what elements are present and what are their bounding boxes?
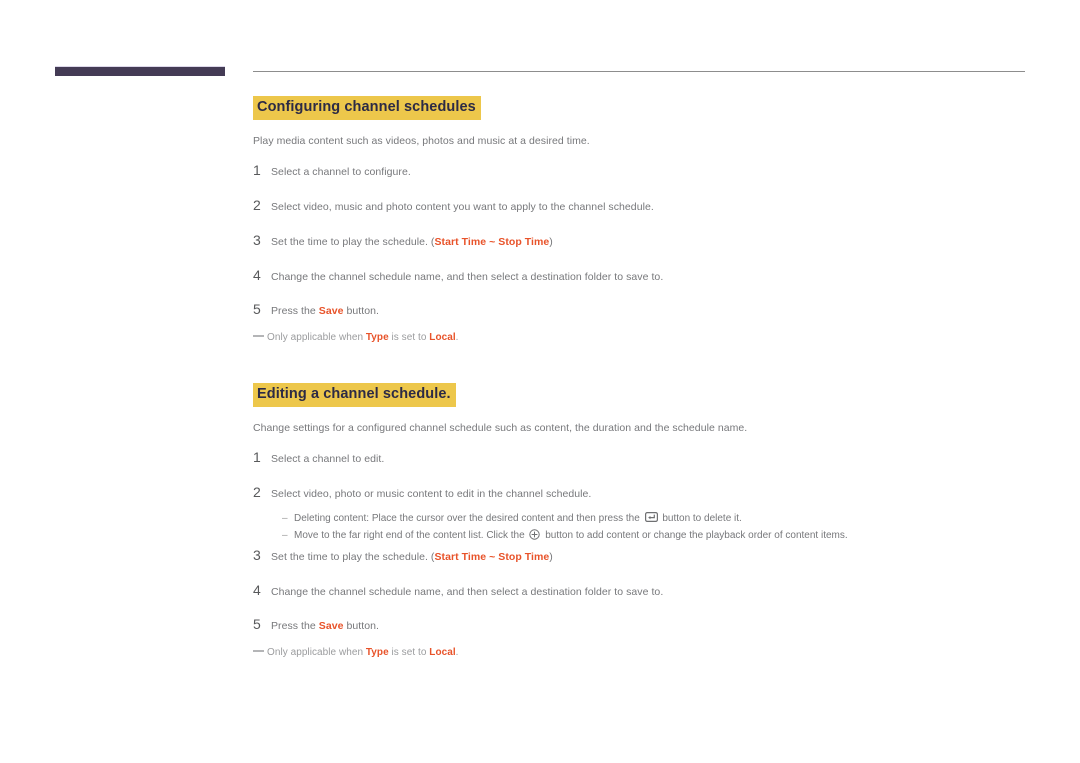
step-text-run: ) — [549, 550, 553, 563]
step-text: Select video, photo or music content to … — [271, 487, 591, 503]
step-text: Press the Save button. — [271, 619, 379, 635]
note-middle: is set to — [388, 647, 430, 659]
heading-wrapper: Editing a channel schedule. — [253, 383, 1043, 407]
step-text-run: ) — [549, 235, 553, 248]
sub-bullet-text: Deleting content: Place the cursor over … — [294, 511, 742, 527]
section-intro-text: Change settings for a configured channel… — [253, 421, 748, 434]
step-text: Press the Save button. — [271, 304, 379, 320]
list-item: 4 Change the channel schedule name, and … — [253, 268, 1043, 286]
step-text-run: Set the time to play the schedule. ( — [271, 235, 435, 248]
section-configuring-channel-schedules: Configuring channel schedules Play media… — [253, 96, 1043, 343]
header-divider-rule — [253, 71, 1025, 72]
step-number: 4 — [253, 581, 261, 598]
step-number: 3 — [253, 546, 261, 563]
list-item: 5 Press the Save button. — [253, 302, 1043, 320]
heading-wrapper: Configuring channel schedules — [253, 96, 1043, 120]
step-text-run: Select video, photo or music content to … — [271, 488, 592, 501]
sub-bullet-text-before: Move to the far right end of the content… — [294, 530, 528, 542]
step-text: Set the time to play the schedule. (Star… — [271, 550, 553, 566]
keyword-stop-time: Stop Time — [498, 550, 550, 563]
range-separator: ~ — [486, 550, 499, 563]
note-text: Only applicable when Type is set to Loca… — [267, 332, 459, 343]
section-editing-a-channel-schedule: Editing a channel schedule. Change setti… — [253, 383, 1043, 658]
enter-key-icon — [644, 511, 658, 522]
sub-bullet-list: – Deleting content: Place the cursor ove… — [253, 511, 1043, 544]
step-text-run: Press the — [271, 620, 319, 633]
sub-bullet-text-before: Deleting content: Place the cursor over … — [294, 512, 643, 524]
bullet-dash-icon: – — [282, 512, 288, 524]
step-text-run: Select a channel to configure. — [271, 166, 411, 179]
list-item: – Deleting content: Place the cursor ove… — [282, 511, 1043, 527]
plus-circle-icon — [529, 529, 541, 541]
step-text: Select a channel to edit. — [271, 452, 384, 468]
note-suffix: . — [455, 332, 459, 344]
note-prefix: Only applicable when — [267, 332, 366, 344]
step-text-run: Change the channel schedule name, and th… — [271, 270, 664, 283]
note-middle: is set to — [388, 332, 430, 344]
step-text-run: Press the — [271, 305, 319, 318]
step-text: Change the channel schedule name, and th… — [271, 270, 663, 286]
steps-list: 1 Select a channel to edit. 2 Select vid… — [253, 450, 1043, 635]
step-text-run: Change the channel schedule name, and th… — [271, 585, 664, 598]
list-item: 3 Set the time to play the schedule. (St… — [253, 548, 1043, 566]
keyword-stop-time: Stop Time — [498, 235, 550, 248]
note-line: Only applicable when Type is set to Loca… — [253, 647, 1043, 658]
note-text: Only applicable when Type is set to Loca… — [267, 647, 459, 658]
step-text-run: button. — [343, 305, 379, 318]
page-title-secondary: Editing a channel schedule. — [253, 383, 456, 407]
sub-bullet-text-after: button to delete it. — [659, 512, 742, 524]
step-text-run: button. — [343, 620, 379, 633]
list-item: 3 Set the time to play the schedule. (St… — [253, 233, 1043, 251]
keyword-local: Local — [429, 332, 456, 344]
page-title: Configuring channel schedules — [253, 96, 481, 120]
list-item: 4 Change the channel schedule name, and … — [253, 583, 1043, 601]
keyword-save: Save — [318, 305, 344, 318]
keyword-local: Local — [429, 647, 456, 659]
range-separator: ~ — [486, 235, 499, 248]
note-suffix: . — [455, 647, 459, 659]
header-accent-bar — [55, 66, 225, 76]
note-dash-icon — [253, 335, 264, 338]
sub-bullet-text: Move to the far right end of the content… — [294, 528, 848, 544]
list-item: – Move to the far right end of the conte… — [282, 528, 1043, 544]
step-text-run: Set the time to play the schedule. ( — [271, 550, 435, 563]
list-item: 5 Press the Save button. — [253, 617, 1043, 635]
note-dash-icon — [253, 650, 264, 653]
step-number: 1 — [253, 449, 261, 466]
section-intro-text: Play media content such as videos, photo… — [253, 134, 590, 147]
list-item: 2 Select video, music and photo content … — [253, 198, 1043, 216]
step-text-run: Select video, music and photo content yo… — [271, 201, 654, 214]
note-prefix: Only applicable when — [267, 647, 366, 659]
step-number: 1 — [253, 162, 261, 179]
step-number: 5 — [253, 616, 261, 633]
keyword-start-time: Start Time — [434, 235, 487, 248]
step-number: 3 — [253, 231, 261, 248]
list-item: 2 Select video, photo or music content t… — [253, 485, 1043, 503]
step-number: 2 — [253, 197, 261, 214]
step-number: 2 — [253, 484, 261, 501]
list-item: 1 Select a channel to configure. — [253, 163, 1043, 181]
keyword-type: Type — [365, 647, 389, 659]
step-text: Select a channel to configure. — [271, 165, 411, 181]
document-content: Configuring channel schedules Play media… — [253, 96, 1043, 658]
keyword-save: Save — [318, 620, 344, 633]
list-item: 1 Select a channel to edit. — [253, 450, 1043, 468]
steps-list: 1 Select a channel to configure. 2 Selec… — [253, 163, 1043, 320]
step-text: Set the time to play the schedule. (Star… — [271, 235, 553, 251]
sub-bullet-text-after: button to add content or change the play… — [542, 530, 848, 542]
keyword-start-time: Start Time — [434, 550, 487, 563]
keyword-type: Type — [365, 332, 389, 344]
step-number: 5 — [253, 301, 261, 318]
step-number: 4 — [253, 266, 261, 283]
step-text-run: Select a channel to edit. — [271, 453, 385, 466]
note-line: Only applicable when Type is set to Loca… — [253, 332, 1043, 343]
bullet-dash-icon: – — [282, 530, 288, 542]
step-text: Change the channel schedule name, and th… — [271, 585, 663, 601]
step-text: Select video, music and photo content yo… — [271, 200, 654, 216]
